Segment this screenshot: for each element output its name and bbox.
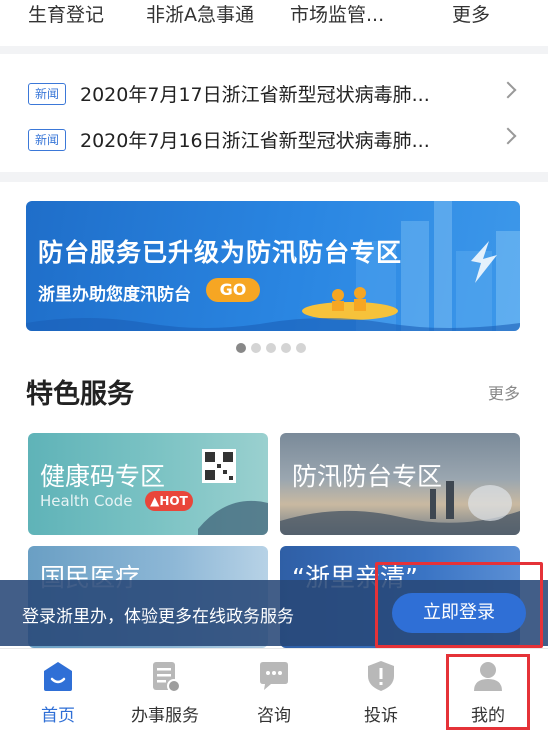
news-title: 2020年7月17日浙江省新型冠状病毒肺...: [80, 84, 430, 106]
section-title: 特色服务: [26, 379, 134, 410]
flood-prevention-banner[interactable]: 防台服务已升级为防汛防台专区 浙里办助您度汛防台 GO: [26, 201, 520, 331]
shield-icon: [368, 661, 394, 691]
service-birth-registration[interactable]: 生育登记: [28, 0, 104, 27]
login-button[interactable]: 立即登录: [392, 593, 526, 633]
tab-label: 首页: [41, 706, 75, 726]
tab-mine[interactable]: 我的: [438, 649, 538, 730]
bottom-tab-bar: 首页 办事服务 咨询 投诉 我的: [0, 648, 548, 730]
hot-badge-label: HOT: [159, 494, 188, 508]
chevron-right-icon: [499, 81, 517, 99]
service-market-supervision[interactable]: 市场监管...: [290, 0, 384, 27]
document-icon: [153, 662, 181, 693]
hot-badge: ▲HOT: [145, 491, 193, 511]
tab-services[interactable]: 办事服务: [115, 649, 215, 730]
tab-label: 投诉: [364, 706, 398, 726]
news-tag: 新闻: [28, 83, 66, 105]
chevron-right-icon: [499, 127, 517, 145]
news-item[interactable]: 新闻 2020年7月17日浙江省新型冠状病毒肺...: [0, 74, 548, 114]
tab-home[interactable]: 首页: [8, 649, 108, 730]
carousel-dot[interactable]: [236, 343, 246, 353]
tab-consult[interactable]: 咨询: [224, 649, 324, 730]
carousel-dot[interactable]: [266, 343, 276, 353]
news-list: 新闻 2020年7月17日浙江省新型冠状病毒肺... 新闻 2020年7月16日…: [0, 54, 548, 172]
banner-go-button[interactable]: GO: [206, 278, 260, 302]
news-tag: 新闻: [28, 129, 66, 151]
tab-label: 咨询: [257, 706, 291, 726]
services-more-link[interactable]: 更多: [452, 0, 490, 27]
carousel-dot[interactable]: [281, 343, 291, 353]
news-item[interactable]: 新闻 2020年7月16日浙江省新型冠状病毒肺...: [0, 120, 548, 160]
tab-label: 我的: [471, 706, 505, 726]
top-services-row: 生育登记 非浙A急事通 市场监管... 更多: [0, 0, 548, 46]
section-more-link[interactable]: 更多: [488, 380, 520, 404]
news-title: 2020年7月16日浙江省新型冠状病毒肺...: [80, 130, 430, 152]
card-title: 健康码专区: [40, 462, 166, 491]
service-non-zhejiang-a[interactable]: 非浙A急事通: [146, 0, 254, 27]
card-subtitle: Health Code: [40, 492, 133, 510]
card-flood-prevention[interactable]: 防汛防台专区: [280, 433, 520, 535]
home-icon: [44, 662, 72, 691]
flame-icon: ▲: [150, 494, 160, 508]
tab-label: 办事服务: [131, 706, 199, 726]
carousel-dot[interactable]: [296, 343, 306, 353]
tab-complaint[interactable]: 投诉: [331, 649, 431, 730]
chat-icon: [260, 662, 288, 690]
carousel-dot[interactable]: [251, 343, 261, 353]
banner-subtitle: 浙里办助您度汛防台: [38, 285, 191, 305]
login-prompt-text: 登录浙里办，体验更多在线政务服务: [22, 607, 294, 627]
card-health-code[interactable]: 健康码专区 Health Code ▲HOT: [28, 433, 268, 535]
card-title: 防汛防台专区: [292, 462, 443, 491]
banner-title: 防台服务已升级为防汛防台专区: [38, 238, 403, 267]
login-prompt-bar: 登录浙里办，体验更多在线政务服务 立即登录: [0, 580, 548, 646]
user-icon: [474, 662, 502, 691]
